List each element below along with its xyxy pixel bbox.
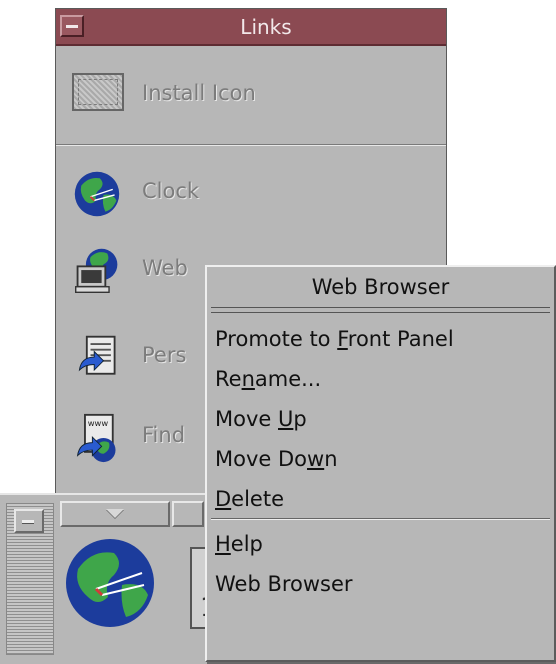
menu-item-text: elp (230, 532, 263, 556)
menu-item-move-down[interactable]: Move Down (215, 440, 552, 478)
menu-item-mnemonic: D (215, 487, 232, 511)
svg-text:www: www (88, 418, 109, 428)
chevron-down-icon (106, 509, 124, 518)
menu-item-text: elete (231, 487, 284, 511)
subpanel-arrow-tab[interactable] (60, 501, 170, 527)
install-icon-label: Install Icon (142, 81, 256, 105)
install-icon-drop-target-icon[interactable] (72, 73, 124, 111)
menu-item-text: p (293, 407, 307, 431)
menu-title-separator (211, 307, 550, 313)
web-browser-context-menu: Web Browser Promote to Front Panel Renam… (205, 265, 556, 662)
menu-item-text: ront Panel (347, 327, 454, 351)
subpanel-title: Links (240, 15, 292, 39)
menu-item-mnemonic: U (278, 407, 294, 431)
menu-item-text: Move Do (215, 447, 308, 471)
menu-item-text: ame... (254, 367, 322, 391)
minus-icon (66, 25, 78, 28)
menu-item-text: Re (215, 367, 242, 391)
subpanel-divider (56, 144, 446, 146)
web-browser-label: Web (142, 256, 188, 280)
menu-item-promote-to-front-panel[interactable]: Promote to Front Panel (215, 320, 552, 358)
menu-item-text: Web Browser (215, 572, 353, 596)
globe-icon[interactable] (62, 535, 158, 631)
menu-item-delete[interactable]: Delete (215, 480, 552, 518)
menu-item-move-up[interactable]: Move Up (215, 400, 552, 438)
menu-item-web-browser[interactable]: Web Browser (215, 565, 552, 603)
window-menu-button[interactable] (60, 15, 84, 37)
personal-bookmarks-icon (78, 335, 116, 375)
find-web-page-label: Find (142, 423, 186, 447)
install-icon-item[interactable]: Install Icon (56, 57, 446, 132)
menu-item-text: Promote to (215, 327, 338, 351)
front-panel-menu-button[interactable] (14, 509, 44, 533)
subpanel-item-clock[interactable]: Clock (56, 157, 446, 232)
menu-item-text: n (324, 447, 338, 471)
subpanel-title-bar[interactable]: Links (56, 9, 446, 46)
menu-item-rename[interactable]: Rename... (215, 360, 552, 398)
find-web-page-icon: www (76, 413, 116, 463)
menu-item-mnemonic: F (337, 327, 348, 351)
web-browser-icon (75, 248, 118, 293)
menu-item-text: Move (215, 407, 278, 431)
menu-title: Web Browser (311, 275, 450, 299)
minus-icon (22, 520, 34, 523)
menu-separator (211, 518, 550, 520)
menu-item-mnemonic: w (307, 447, 325, 471)
menu-item-help[interactable]: Help (215, 525, 552, 563)
menu-item-mnemonic: n (241, 367, 255, 391)
clock-label: Clock (142, 179, 200, 203)
globe-icon (74, 171, 120, 217)
menu-item-mnemonic: H (215, 532, 231, 556)
personal-bookmarks-label: Pers (142, 343, 187, 367)
subpanel-arrow-tab-2[interactable] (172, 501, 204, 527)
